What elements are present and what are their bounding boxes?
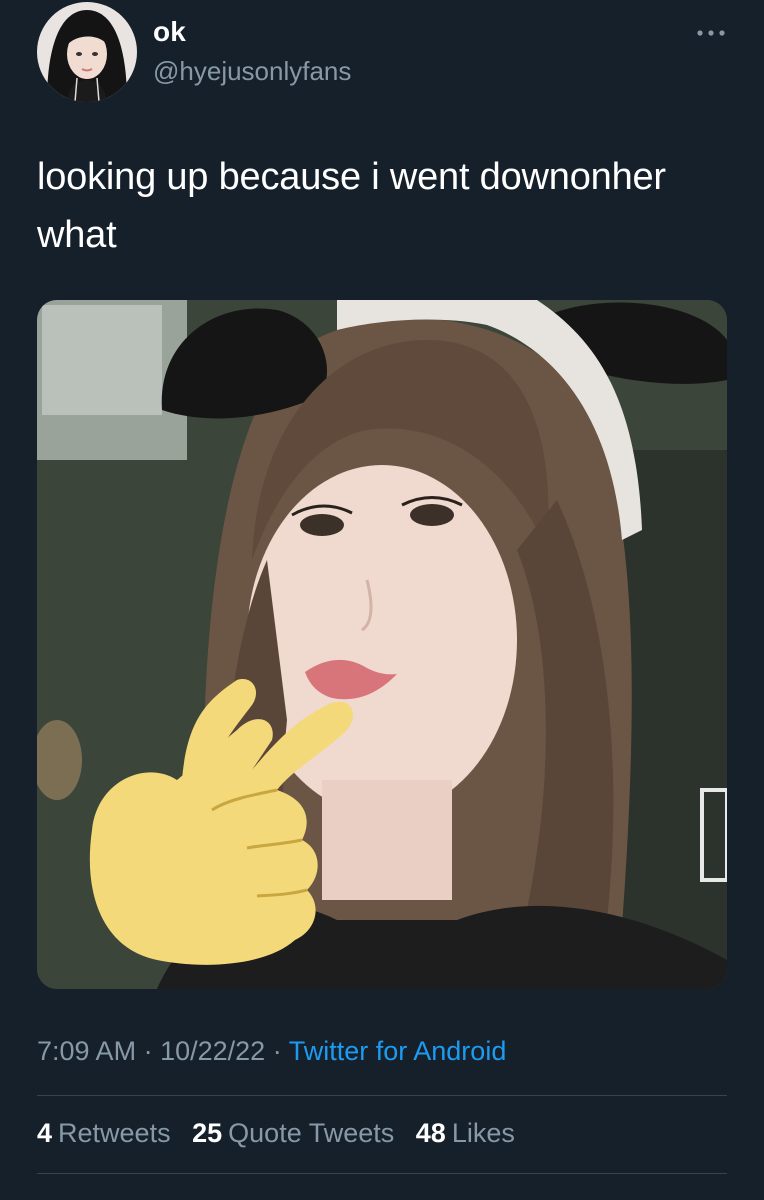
quote-tweets-label: Quote Tweets — [228, 1118, 395, 1148]
likes-label: Likes — [451, 1118, 515, 1148]
tweet-date[interactable]: 10/22/22 — [160, 1036, 265, 1066]
retweets-label: Retweets — [58, 1118, 171, 1148]
username[interactable]: @hyejusonlyfans — [153, 56, 351, 87]
meta-separator: · — [143, 1036, 153, 1066]
tweet-header: ok @hyejusonlyfans — [0, 0, 764, 110]
quote-tweets-stat[interactable]: 25 Quote Tweets — [192, 1118, 394, 1149]
tweet-text: looking up because i went downonher what — [37, 156, 666, 256]
retweets-count: 4 — [37, 1118, 53, 1148]
likes-stat[interactable]: 48 Likes — [416, 1118, 515, 1149]
retweets-stat[interactable]: 4 Retweets — [37, 1118, 171, 1149]
divider — [37, 1095, 727, 1096]
tweet-stats: 4 Retweets 25 Quote Tweets 48 Likes — [37, 1118, 529, 1149]
tweet-source-link[interactable]: Twitter for Android — [289, 1036, 507, 1066]
tweet-photo[interactable] — [37, 300, 727, 989]
likes-count: 48 — [415, 1118, 446, 1148]
divider — [37, 1173, 727, 1174]
tweet-time[interactable]: 7:09 AM — [37, 1036, 136, 1066]
more-horizontal-icon[interactable] — [694, 22, 728, 44]
meta-separator: · — [272, 1036, 282, 1066]
quote-tweets-count: 25 — [192, 1118, 223, 1148]
avatar[interactable] — [37, 2, 137, 102]
tweet-meta: 7:09 AM · 10/22/22 · Twitter for Android — [37, 1036, 506, 1067]
display-name[interactable]: ok — [153, 16, 186, 48]
